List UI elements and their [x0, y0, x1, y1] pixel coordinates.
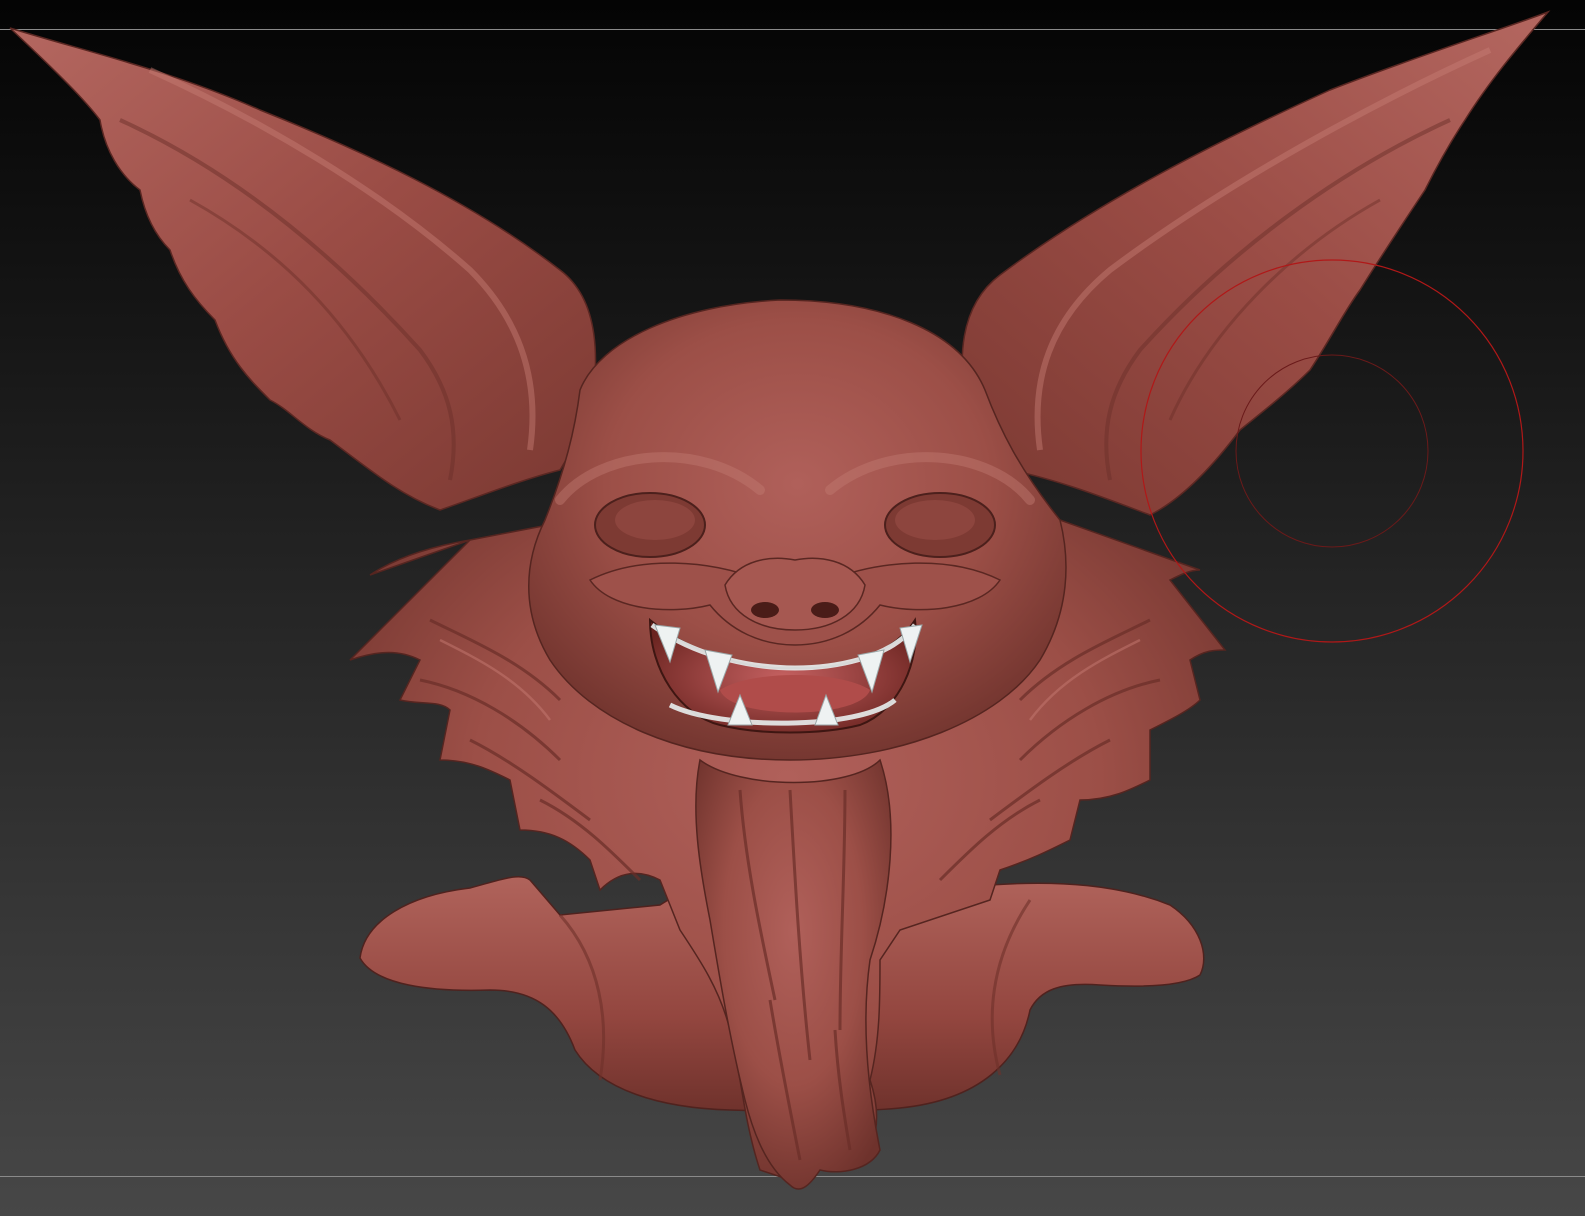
beard — [695, 758, 892, 1190]
sculpt-canvas[interactable] — [0, 0, 1585, 1216]
right-eye — [884, 492, 996, 558]
left-nostril — [751, 602, 779, 618]
left-ear — [9, 27, 597, 511]
right-ear — [961, 10, 1551, 516]
sculpted-bat-model[interactable] — [0, 0, 1585, 1216]
left-eye — [594, 492, 706, 558]
right-nostril — [811, 602, 839, 618]
